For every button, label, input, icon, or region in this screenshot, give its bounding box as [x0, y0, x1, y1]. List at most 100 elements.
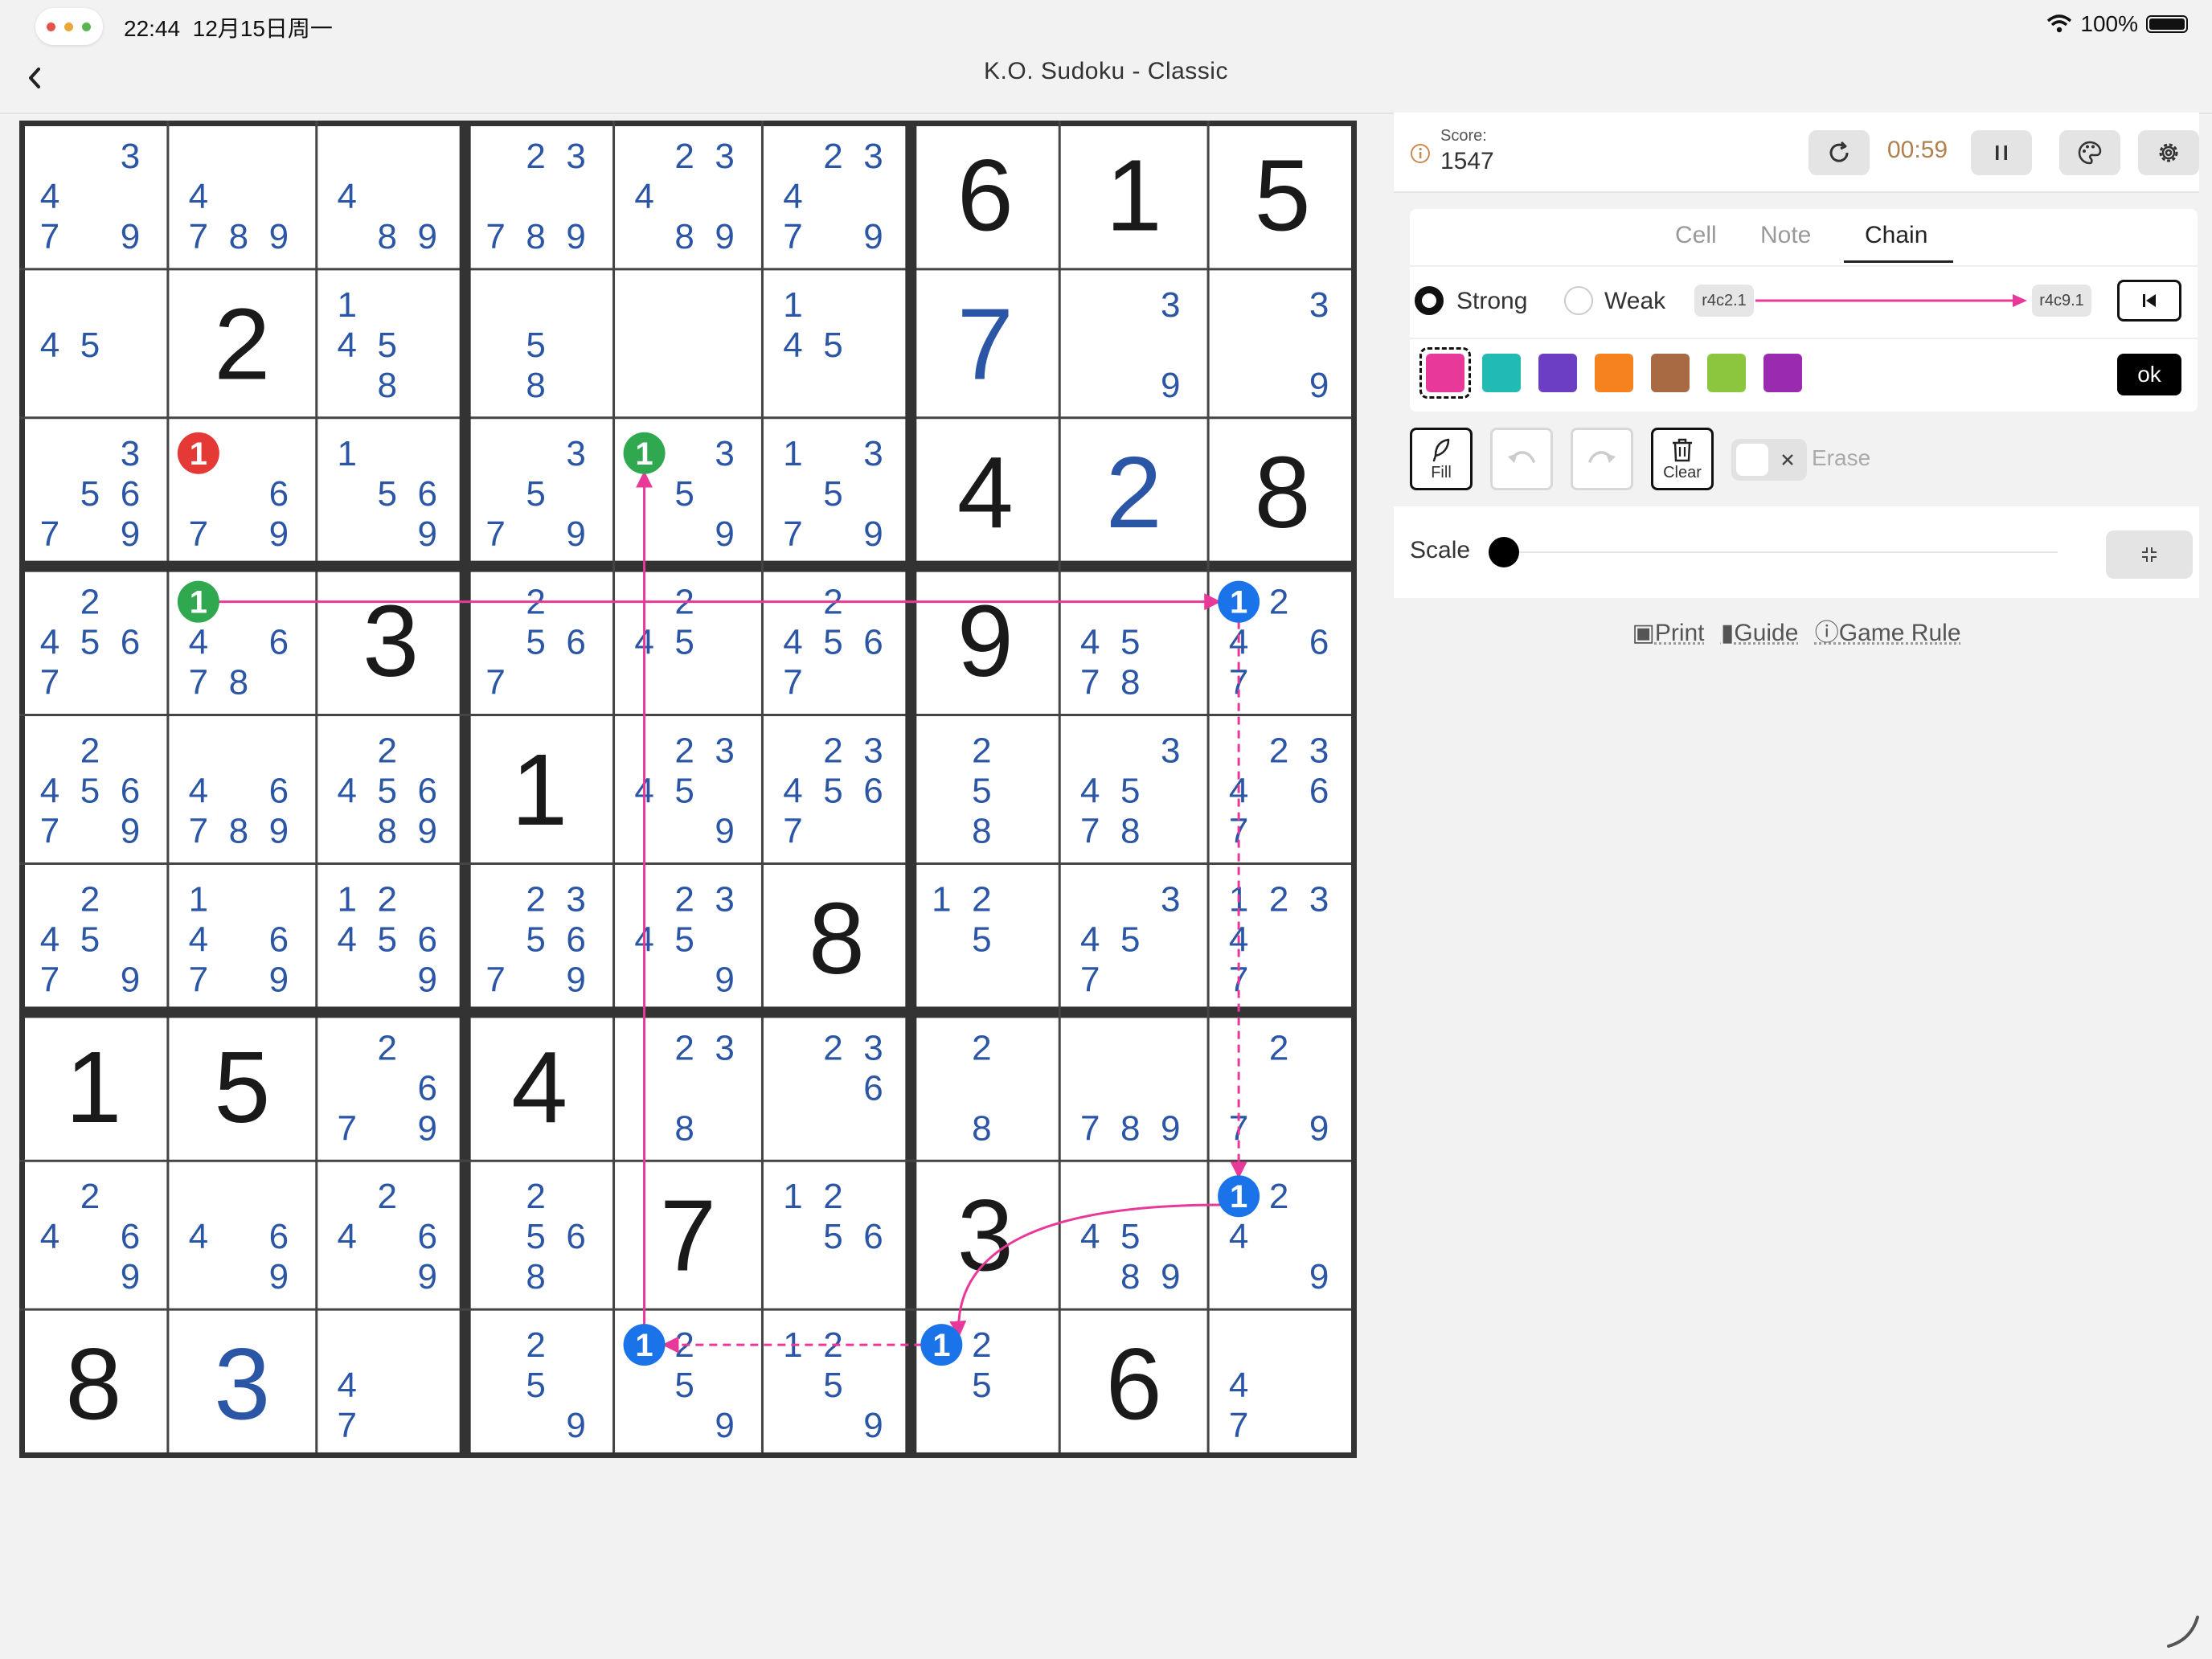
guide-link[interactable]: ▮Guide [1721, 620, 1799, 646]
erase-toggle[interactable] [1731, 439, 1807, 481]
candidate-digit: 5 [823, 623, 842, 662]
clear-button[interactable]: Clear [1651, 428, 1714, 490]
tab-cell[interactable]: Cell [1675, 222, 1717, 249]
candidate-digit: 9 [418, 960, 437, 999]
candidate-digit: 2 [526, 137, 545, 176]
strong-label[interactable]: Strong [1456, 288, 1527, 315]
candidate-digit: 4 [338, 326, 357, 365]
candidate-digit: 7 [338, 1406, 357, 1445]
sudoku-cell[interactable] [614, 269, 763, 418]
maximize-dot-icon[interactable] [82, 23, 91, 31]
given-digit: 1 [511, 733, 567, 846]
candidate-digit: 3 [715, 137, 734, 176]
fill-label: Fill [1431, 463, 1452, 481]
candidate-digit: 5 [1120, 623, 1140, 662]
given-digit: 6 [957, 138, 1014, 252]
color-swatch[interactable] [1595, 354, 1633, 392]
candidate-digit: 6 [863, 772, 883, 811]
given-digit: 1 [1106, 138, 1162, 252]
status-bar: 22:44 12月15日周一 100% [0, 0, 2212, 51]
theme-button[interactable] [2059, 130, 2120, 175]
scale-track[interactable] [1503, 551, 2058, 553]
candidate-digit: 9 [269, 812, 289, 851]
tab-chain[interactable]: Chain [1865, 222, 1927, 249]
color-swatch[interactable] [1482, 354, 1521, 392]
placed-digit: 2 [1106, 436, 1162, 549]
window-controls[interactable] [35, 8, 103, 45]
minimize-dot-icon[interactable] [64, 23, 73, 31]
trash-icon [1673, 438, 1692, 461]
candidate-digit: 9 [269, 960, 289, 999]
candidate-digit: 9 [863, 514, 883, 554]
tab-note[interactable]: Note [1760, 222, 1811, 249]
candidate-digit: 2 [80, 879, 100, 919]
candidate-digit: 4 [634, 177, 653, 216]
restart-button[interactable] [1809, 130, 1870, 175]
sudoku-cell[interactable] [1208, 269, 1357, 418]
candidate-digit: 4 [1080, 772, 1100, 811]
weak-label[interactable]: Weak [1604, 288, 1665, 315]
candidate-digit: 9 [566, 1406, 585, 1445]
resize-handle-icon[interactable] [2162, 1611, 2202, 1651]
weak-radio[interactable] [1564, 286, 1593, 315]
highlighted-candidate-digit: 1 [1230, 1179, 1247, 1215]
candidate-digit: 9 [1161, 1108, 1180, 1148]
candidate-digit: 6 [121, 474, 140, 514]
highlighted-candidate-digit: 1 [190, 436, 207, 472]
sudoku-cell[interactable] [1059, 269, 1208, 418]
candidate-digit: 3 [863, 434, 883, 473]
color-swatch[interactable] [1763, 354, 1802, 392]
candidate-digit: 6 [269, 623, 289, 662]
game-rule-link[interactable]: ⓘGame Rule [1815, 620, 1961, 646]
candidate-digit: 9 [1309, 1257, 1329, 1296]
candidate-digit: 9 [863, 1406, 883, 1445]
color-swatch[interactable] [1707, 354, 1746, 392]
given-digit: 7 [660, 1179, 716, 1292]
print-link[interactable]: ▣Print [1632, 620, 1704, 646]
info-icon[interactable] [1410, 143, 1431, 164]
candidate-digit: 3 [863, 137, 883, 176]
candidate-digit: 5 [80, 623, 100, 662]
scale-slider-thumb[interactable] [1489, 537, 1519, 567]
candidate-digit: 7 [1080, 1108, 1100, 1148]
erase-label: Erase [1812, 445, 1871, 470]
undo-icon [1508, 451, 1535, 463]
color-swatch[interactable] [1426, 354, 1464, 392]
color-swatch[interactable] [1538, 354, 1577, 392]
candidate-digit: 9 [715, 812, 734, 851]
sudoku-board[interactable]: 3479478948923789234892347961545214585814… [14, 115, 1362, 1464]
erase-toggle-knob [1736, 444, 1768, 476]
candidate-digit: 5 [674, 623, 694, 662]
fit-screen-button[interactable] [2106, 530, 2193, 579]
candidate-digit: 5 [378, 920, 397, 959]
candidate-digit: 2 [80, 731, 100, 771]
candidate-digit: 4 [40, 326, 59, 365]
candidate-digit: 1 [783, 434, 802, 473]
undo-button[interactable] [1490, 428, 1553, 490]
redo-button[interactable] [1571, 428, 1633, 490]
settings-button[interactable] [2138, 130, 2199, 175]
candidate-digit: 4 [40, 1217, 59, 1256]
ok-button[interactable]: ok [2117, 354, 2181, 395]
candidate-digit: 4 [783, 326, 802, 365]
score-bar: Score: 1547 00:59 [1394, 113, 2199, 193]
fill-button[interactable]: Fill [1410, 428, 1473, 490]
highlighted-candidate-digit: 1 [635, 1328, 653, 1363]
page-title: K.O. Sudoku - Classic [984, 58, 1228, 84]
sudoku-grid[interactable]: 347 947 8 948 92 37 8 92 348 92 347 9 6 1 54 5 2 14 585814… [14, 115, 1362, 1464]
skip-back-icon [2143, 294, 2156, 307]
candidate-digit: 7 [485, 663, 505, 703]
candidate-digit: 2 [1269, 1028, 1288, 1067]
strong-radio[interactable] [1415, 286, 1444, 315]
clear-label: Clear [1663, 463, 1702, 481]
candidate-digit: 9 [418, 1108, 437, 1148]
candidate-digit: 5 [823, 474, 842, 514]
candidate-digit: 9 [566, 960, 585, 999]
candidate-digit: 2 [80, 583, 100, 622]
jump-start-button[interactable] [2117, 280, 2181, 322]
pause-button[interactable] [1971, 130, 2032, 175]
candidate-digit: 9 [269, 217, 289, 256]
color-swatch[interactable] [1651, 354, 1690, 392]
candidate-digit: 2 [674, 731, 694, 771]
close-dot-icon[interactable] [47, 23, 55, 31]
